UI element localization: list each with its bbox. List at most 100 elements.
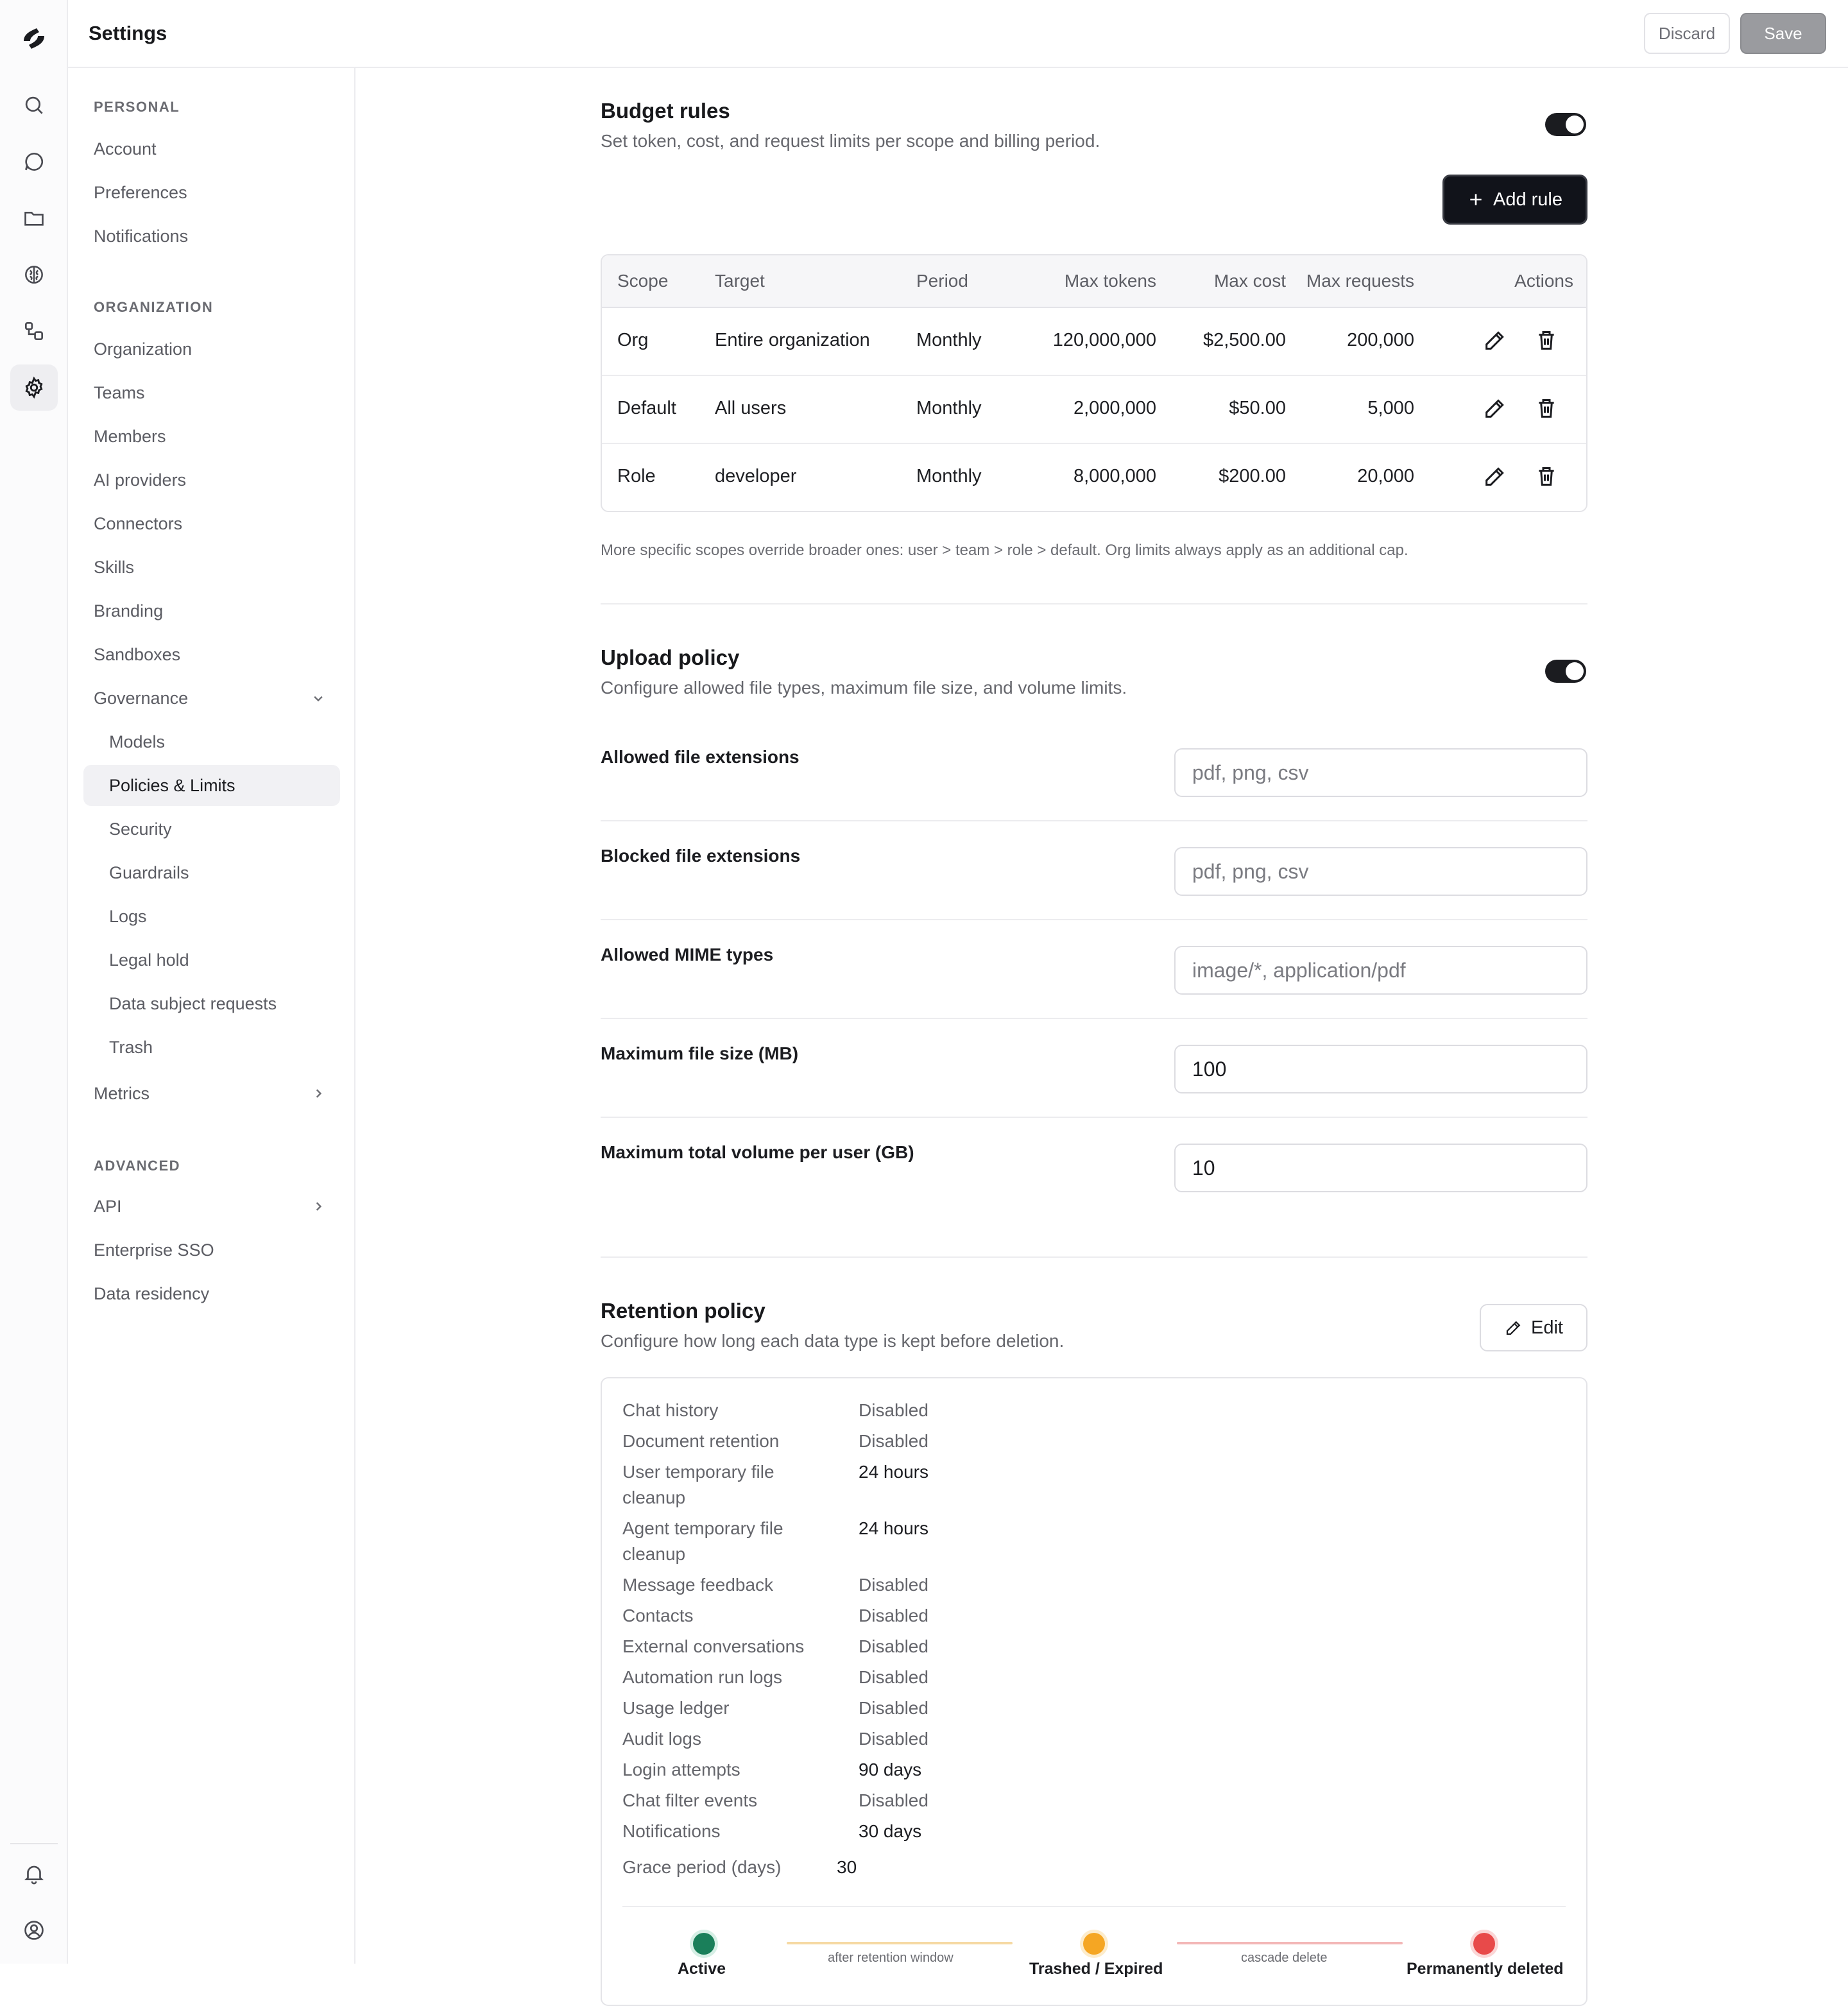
cell-max-tokens: 2,000,000 bbox=[1073, 398, 1156, 418]
max-volume-label: Maximum total volume per user (GB) bbox=[601, 1142, 914, 1162]
sidebar-item-metrics[interactable]: Metrics bbox=[83, 1073, 340, 1114]
retention-key: Contacts bbox=[622, 1606, 694, 1625]
blocked-extensions-input[interactable] bbox=[1174, 847, 1587, 896]
stage-label: Permanently deleted bbox=[1407, 1960, 1564, 1978]
field-divider bbox=[601, 1018, 1587, 1019]
retention-value: Disabled bbox=[859, 1667, 928, 1687]
sidebar-item-label: API bbox=[94, 1196, 122, 1216]
sidebar-item-teams[interactable]: Teams bbox=[83, 372, 340, 413]
sidebar-item-connectors[interactable]: Connectors bbox=[83, 503, 340, 544]
grace-period-value: 30 bbox=[837, 1857, 857, 1877]
cell-max-cost: $2,500.00 bbox=[1202, 330, 1286, 350]
blocked-extensions-label: Blocked file extensions bbox=[601, 846, 801, 866]
budget-rules-toggle[interactable] bbox=[1545, 113, 1586, 136]
section-label-advanced: ADVANCED bbox=[94, 1158, 181, 1174]
search-icon[interactable] bbox=[10, 82, 58, 128]
logo-icon[interactable] bbox=[19, 23, 49, 54]
retention-value: 24 hours bbox=[859, 1518, 928, 1538]
sidebar-item-skills[interactable]: Skills bbox=[83, 547, 340, 588]
budget-rules-table: Scope Target Period Max tokens Max cost … bbox=[601, 254, 1587, 512]
allowed-mime-types-input[interactable] bbox=[1174, 946, 1587, 995]
pencil-icon[interactable] bbox=[1482, 327, 1508, 353]
cell-period: Monthly bbox=[916, 466, 982, 486]
sidebar-item-models[interactable]: Models bbox=[83, 721, 340, 762]
pencil-icon[interactable] bbox=[1482, 395, 1508, 421]
bell-icon[interactable] bbox=[10, 1851, 58, 1897]
trash-icon[interactable] bbox=[1534, 463, 1559, 489]
section-label-organization: ORGANIZATION bbox=[94, 299, 214, 315]
cell-max-requests: 200,000 bbox=[1347, 330, 1414, 350]
sidebar-item-policies-limits[interactable]: Policies & Limits bbox=[83, 765, 340, 806]
retention-policy-description: Configure how long each data type is kep… bbox=[601, 1331, 1065, 1351]
discard-button[interactable]: Discard bbox=[1644, 13, 1730, 54]
pencil-icon[interactable] bbox=[1482, 463, 1508, 489]
grace-period-key: Grace period (days) bbox=[622, 1857, 782, 1877]
sidebar-item-account[interactable]: Account bbox=[83, 128, 340, 169]
sidebar-item-trash[interactable]: Trash bbox=[83, 1027, 340, 1068]
max-volume-input[interactable] bbox=[1174, 1144, 1587, 1192]
allowed-extensions-label: Allowed file extensions bbox=[601, 747, 800, 767]
user-circle-icon[interactable] bbox=[10, 1907, 58, 1953]
trash-icon[interactable] bbox=[1534, 395, 1559, 421]
sidebar-item-branding[interactable]: Branding bbox=[83, 590, 340, 631]
max-file-size-input[interactable] bbox=[1174, 1045, 1587, 1093]
save-button[interactable]: Save bbox=[1740, 13, 1826, 54]
retention-key: Automation run logs bbox=[622, 1667, 783, 1687]
sidebar-item-ai-providers[interactable]: AI providers bbox=[83, 459, 340, 501]
column-header: Period bbox=[916, 271, 968, 291]
cell-period: Monthly bbox=[916, 398, 982, 418]
column-header: Max tokens bbox=[1064, 271, 1156, 291]
upload-policy-description: Configure allowed file types, maximum fi… bbox=[601, 678, 1127, 698]
edit-retention-button[interactable]: Edit bbox=[1480, 1304, 1587, 1351]
transition-line bbox=[1177, 1942, 1403, 1944]
allowed-extensions-input[interactable] bbox=[1174, 748, 1587, 797]
sidebar-item-data-subject-requests[interactable]: Data subject requests bbox=[83, 983, 340, 1024]
top-bar: Settings Discard Save bbox=[68, 0, 1848, 68]
retention-key: Chat filter events bbox=[622, 1790, 758, 1810]
plus-icon bbox=[1470, 194, 1482, 205]
retention-value: 30 days bbox=[859, 1821, 922, 1841]
add-rule-button[interactable]: Add rule bbox=[1442, 175, 1587, 225]
chat-icon[interactable] bbox=[10, 139, 58, 185]
table-header: Scope Target Period Max tokens Max cost … bbox=[602, 255, 1586, 308]
sidebar-item-logs[interactable]: Logs bbox=[83, 896, 340, 937]
retention-value: 90 days bbox=[859, 1760, 922, 1779]
sidebar-item-organization[interactable]: Organization bbox=[83, 329, 340, 370]
upload-policy-toggle[interactable] bbox=[1545, 660, 1586, 683]
sidebar-item-api[interactable]: API bbox=[83, 1186, 340, 1227]
rail-divider bbox=[10, 1843, 58, 1844]
sidebar-item-sandboxes[interactable]: Sandboxes bbox=[83, 634, 340, 675]
sidebar-item-enterprise-sso[interactable]: Enterprise SSO bbox=[83, 1230, 340, 1271]
cell-period: Monthly bbox=[916, 330, 982, 350]
column-header: Actions bbox=[1514, 271, 1573, 291]
table-row: Role developer Monthly 8,000,000 $200.00… bbox=[602, 444, 1586, 511]
retention-key: Message feedback bbox=[622, 1575, 774, 1595]
cell-scope: Org bbox=[617, 330, 649, 350]
retention-value: Disabled bbox=[859, 1729, 928, 1749]
cell-target: All users bbox=[715, 398, 787, 418]
budget-rules-description: Set token, cost, and request limits per … bbox=[601, 131, 1100, 151]
sidebar-item-data-residency[interactable]: Data residency bbox=[83, 1273, 340, 1314]
table-row: Org Entire organization Monthly 120,000,… bbox=[602, 308, 1586, 376]
sidebar-item-label: Metrics bbox=[94, 1083, 150, 1103]
sidebar-item-members[interactable]: Members bbox=[83, 416, 340, 457]
stage-dot-deleted bbox=[1473, 1933, 1495, 1955]
field-divider bbox=[601, 919, 1587, 920]
retention-key: Chat history bbox=[622, 1400, 719, 1420]
upload-policy-title: Upload policy bbox=[601, 646, 740, 669]
retention-key: Login attempts bbox=[622, 1760, 740, 1779]
sidebar-item-governance[interactable]: Governance bbox=[83, 678, 340, 719]
settings-sidebar: PERSONAL Account Preferences Notificatio… bbox=[68, 68, 355, 1964]
cell-max-tokens: 8,000,000 bbox=[1073, 466, 1156, 486]
sidebar-item-preferences[interactable]: Preferences bbox=[83, 172, 340, 213]
connectors-icon[interactable] bbox=[10, 308, 58, 354]
sidebar-item-legal-hold[interactable]: Legal hold bbox=[83, 939, 340, 981]
chevron-right-icon bbox=[316, 1089, 322, 1098]
gear-icon[interactable] bbox=[10, 364, 58, 411]
brain-icon[interactable] bbox=[10, 252, 58, 298]
trash-icon[interactable] bbox=[1534, 327, 1559, 353]
sidebar-item-security[interactable]: Security bbox=[83, 809, 340, 850]
sidebar-item-guardrails[interactable]: Guardrails bbox=[83, 852, 340, 893]
sidebar-item-notifications[interactable]: Notifications bbox=[83, 216, 340, 257]
folder-icon[interactable] bbox=[10, 195, 58, 241]
